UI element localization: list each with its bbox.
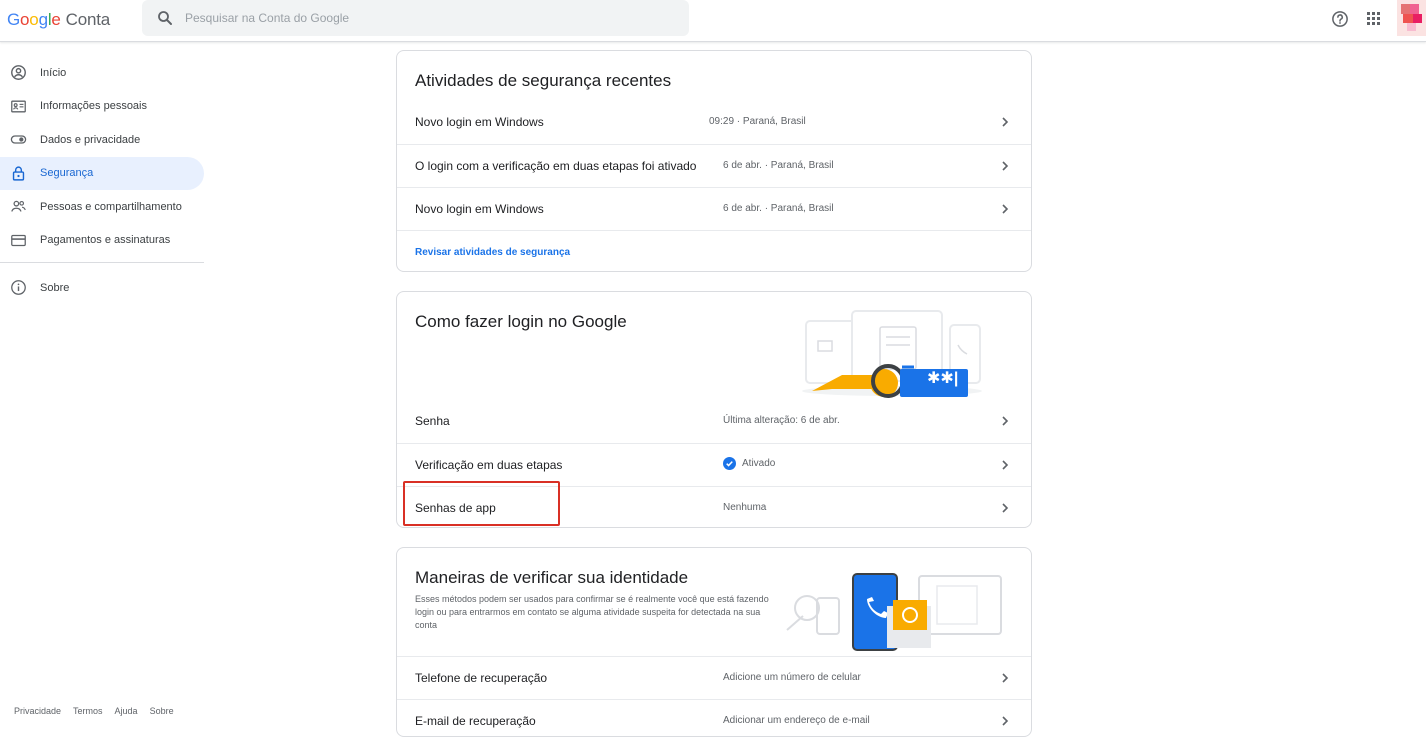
chevron-right-icon	[1002, 673, 1009, 683]
identity-row-phone[interactable]: Telefone de recuperação Adicione um núme…	[397, 656, 1031, 699]
activity-row[interactable]: Novo login em Windows 6 de abr. · Paraná…	[397, 187, 1031, 230]
review-security-activity-link[interactable]: Revisar atividades de segurança	[415, 247, 570, 258]
sidebar-item-home[interactable]: Início	[0, 56, 204, 90]
card-title: Atividades de segurança recentes	[415, 71, 672, 90]
card-icon	[11, 234, 26, 246]
activity-row[interactable]: Novo login em Windows 09:29 · Paraná, Br…	[397, 101, 1031, 144]
signin-value: Ativado	[742, 458, 776, 470]
top-app-bar: Google Conta Pesquisar na Conta do Google	[0, 0, 1426, 42]
identity-value: Adicionar um endereço de e-mail	[723, 715, 870, 726]
card-title: Maneiras de verificar sua identidade	[415, 568, 689, 587]
activity-value: 6 de abr. · Paraná, Brasil	[723, 160, 834, 171]
people-icon	[11, 201, 26, 212]
sidebar-item-label: Informações pessoais	[40, 100, 147, 113]
signin-label: Senhas de app	[415, 501, 496, 515]
signin-row-2step[interactable]: Verificação em duas etapas Ativado	[397, 443, 1031, 486]
sidebar-item-label: Sobre	[40, 281, 70, 294]
signin-value: Última alteração: 6 de abr.	[723, 415, 840, 426]
search-input[interactable]: Pesquisar na Conta do Google	[185, 11, 349, 25]
activity-label: Novo login em Windows	[415, 202, 544, 216]
logo-letter: g	[38, 10, 48, 29]
identity-label: Telefone de recuperação	[415, 671, 548, 685]
sidebar-divider	[0, 262, 204, 263]
footer-link-help[interactable]: Ajuda	[115, 706, 138, 716]
key-password-illustration	[802, 310, 982, 398]
logo-letter: G	[7, 10, 21, 29]
activity-label: Novo login em Windows	[415, 115, 544, 129]
sidebar-item-about[interactable]: Sobre	[0, 271, 204, 305]
footer-link-terms[interactable]: Termos	[73, 706, 103, 716]
footer-link-privacy[interactable]: Privacidade	[14, 706, 61, 716]
sidebar-item-label: Segurança	[40, 167, 94, 180]
chevron-right-icon	[1002, 416, 1009, 426]
activity-row[interactable]: O login com a verificação em duas etapas…	[397, 144, 1031, 187]
info-icon	[11, 280, 26, 296]
activity-label: O login com a verificação em duas etapas…	[415, 159, 697, 173]
logo-letter: e	[51, 10, 61, 29]
signin-value: Nenhuma	[723, 502, 767, 513]
google-account-logo[interactable]: Google Conta	[7, 10, 110, 30]
recent-security-activity-card: Atividades de segurança recentes Novo lo…	[396, 50, 1032, 272]
identity-value: Adicione um número de celular	[723, 672, 861, 683]
product-name: Conta	[65, 10, 111, 29]
logo-letter: o	[20, 10, 30, 29]
signin-row-password[interactable]: Senha Última alteração: 6 de abr.	[397, 400, 1031, 443]
lock-icon	[12, 166, 25, 181]
id-card-icon	[11, 100, 26, 113]
footer-links: Privacidade Termos Ajuda Sobre	[14, 706, 174, 716]
help-icon[interactable]	[1331, 10, 1349, 28]
identity-row-email[interactable]: E-mail de recuperação Adicionar um ender…	[397, 699, 1031, 742]
signin-row-app-passwords[interactable]: Senhas de app Nenhuma	[397, 486, 1031, 529]
activity-value: 6 de abr. · Paraná, Brasil	[723, 203, 834, 214]
chevron-right-icon	[1002, 503, 1009, 513]
card-description: Esses métodos podem ser usados para conf…	[415, 594, 769, 630]
logo-letter: o	[29, 10, 39, 29]
apps-grid-icon[interactable]	[1366, 11, 1381, 26]
chevron-right-icon	[1002, 117, 1009, 127]
chevron-right-icon	[1002, 716, 1009, 726]
sidebar-item-payments[interactable]: Pagamentos e assinaturas	[0, 224, 204, 258]
sidebar-item-data-privacy[interactable]: Dados e privacidade	[0, 123, 204, 157]
activity-footer: Revisar atividades de segurança	[397, 230, 1031, 272]
toggle-icon	[10, 135, 27, 144]
verify-identity-card: Maneiras de verificar sua identidade Ess…	[396, 547, 1032, 737]
phone-email-illustration	[786, 573, 1002, 651]
activity-value: 09:29 · Paraná, Brasil	[709, 116, 806, 127]
signin-label: Senha	[415, 414, 450, 428]
sidebar-item-people-sharing[interactable]: Pessoas e compartilhamento	[0, 190, 204, 224]
sidebar-item-label: Dados e privacidade	[40, 133, 141, 146]
sidebar-item-label: Pessoas e compartilhamento	[40, 200, 182, 213]
signin-card: Como fazer login no Google ✱✱| Senha Últ…	[396, 291, 1032, 528]
signin-label: Verificação em duas etapas	[415, 458, 563, 472]
verified-check-icon	[723, 457, 736, 470]
search-box[interactable]: Pesquisar na Conta do Google	[142, 0, 689, 36]
card-title: Como fazer login no Google	[415, 312, 627, 331]
chevron-right-icon	[1002, 460, 1009, 470]
footer-link-about[interactable]: Sobre	[150, 706, 174, 716]
sidebar-item-personal-info[interactable]: Informações pessoais	[0, 90, 204, 124]
identity-label: E-mail de recuperação	[415, 714, 536, 728]
home-icon	[11, 65, 26, 81]
password-mask-text: ✱✱|	[927, 370, 959, 387]
sidebar-item-label: Início	[40, 66, 67, 79]
sidebar-item-label: Pagamentos e assinaturas	[40, 234, 171, 247]
signin-value-status: Ativado	[723, 457, 775, 470]
sidebar-item-security[interactable]: Segurança	[0, 156, 204, 190]
sidebar-nav: Início Informações pessoais Dados e priv…	[0, 56, 204, 305]
search-icon[interactable]	[156, 9, 174, 27]
chevron-right-icon	[1002, 204, 1009, 214]
avatar[interactable]	[1397, 0, 1426, 36]
chevron-right-icon	[1002, 161, 1009, 171]
